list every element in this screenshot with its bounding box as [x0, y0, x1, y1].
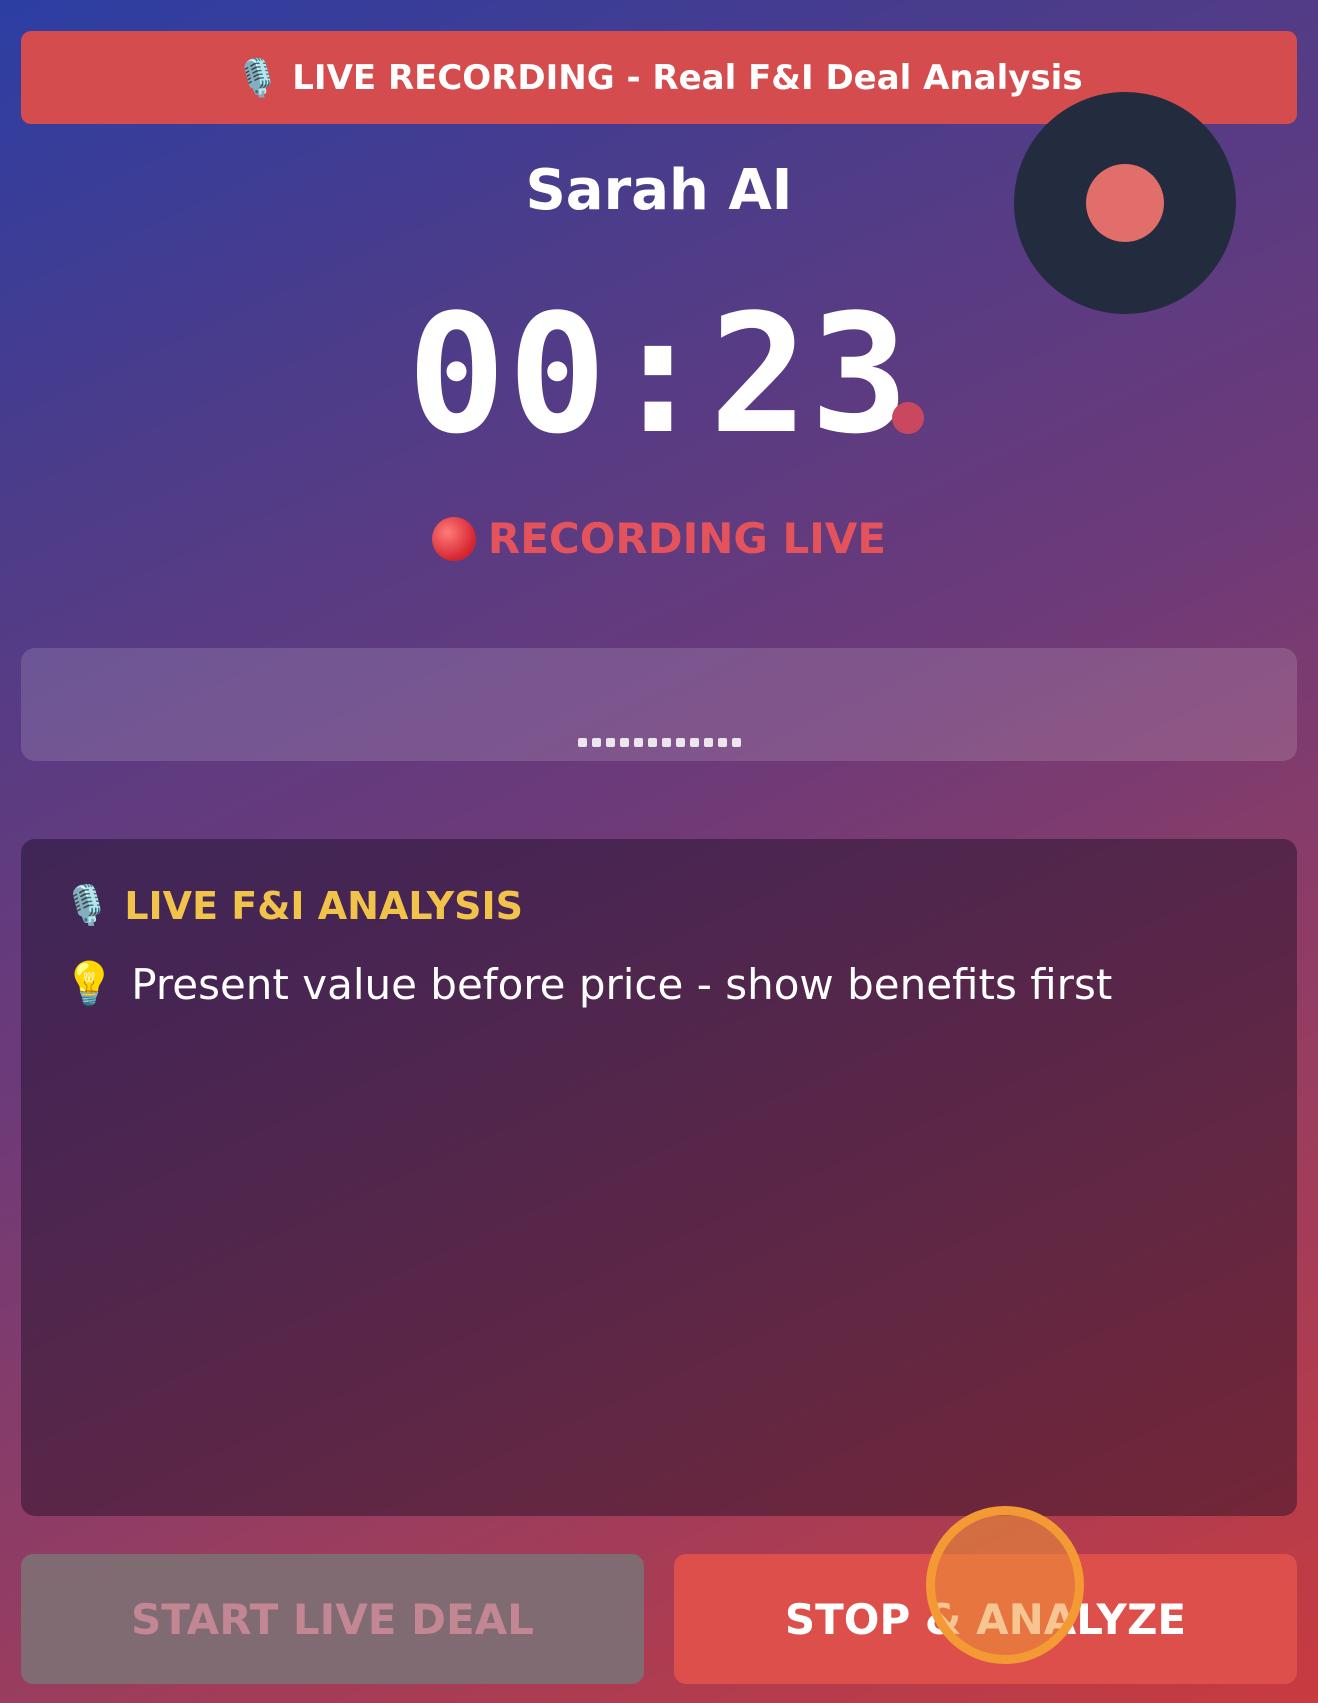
microphone-icon: 🎙️ [63, 883, 111, 927]
lightbulb-icon: 💡 [63, 959, 116, 1008]
microphone-icon: 🎙️ [235, 57, 281, 99]
status-text: RECORDING LIVE [487, 514, 887, 563]
analysis-tip: 💡 Present value before price - show bene… [63, 959, 1112, 1009]
analysis-heading: LIVE F&I ANALYSIS [124, 883, 524, 928]
stop-and-analyze-button[interactable]: STOP & ANALYZE [674, 1554, 1297, 1684]
recording-status: RECORDING LIVE [0, 514, 1318, 563]
red-dot-icon [431, 516, 476, 561]
recording-app: 🎙️ LIVE RECORDING - Real F&I Deal Analys… [0, 0, 1318, 1703]
analysis-header: 🎙️ LIVE F&I ANALYSIS [63, 883, 523, 928]
timer-pulse-dot [892, 402, 924, 434]
banner-text: LIVE RECORDING - Real F&I Deal Analysis [292, 57, 1083, 98]
live-analysis-panel: 🎙️ LIVE F&I ANALYSIS 💡 Present value bef… [21, 839, 1297, 1516]
waveform-dots [21, 738, 1297, 747]
start-live-deal-button[interactable]: START LIVE DEAL [21, 1554, 644, 1684]
record-indicator-button[interactable] [1014, 92, 1236, 314]
record-dot-icon [1086, 164, 1164, 242]
audio-waveform [21, 648, 1297, 761]
recording-timer: 00:23 [407, 279, 911, 470]
tip-text: Present value before price - show benefi… [131, 959, 1113, 1009]
